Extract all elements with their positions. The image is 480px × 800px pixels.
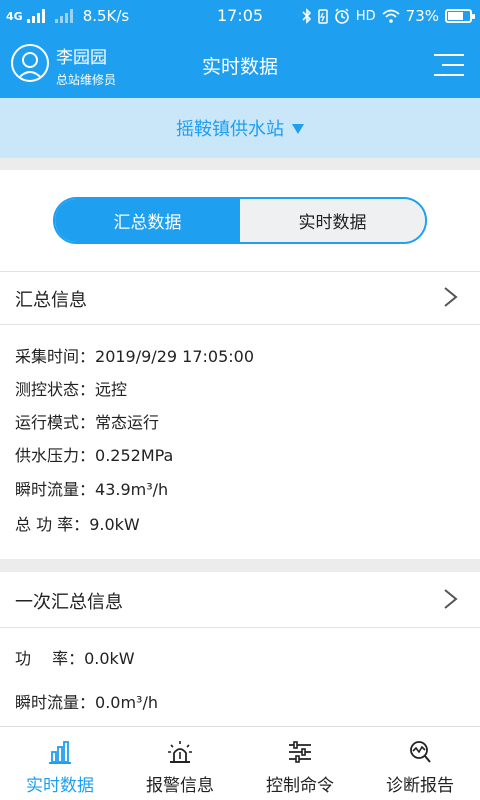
nav-label: 控制命令: [266, 776, 334, 796]
nav-realtime-data[interactable]: 实时数据: [0, 727, 120, 800]
caret-down-icon: [292, 124, 304, 134]
station-name: 摇鞍镇供水站: [176, 119, 284, 140]
battery-percent: 73%: [405, 7, 439, 25]
chevron-right-icon: [444, 589, 458, 609]
primary-section-header[interactable]: 一次汇总信息: [0, 574, 480, 626]
row-value: 43.9m³/h: [95, 480, 169, 499]
row-label: 瞬时流量：: [15, 693, 96, 712]
alarm-clock-icon: [335, 8, 349, 24]
wifi-icon: [382, 9, 400, 23]
chevron-right-icon: [444, 287, 458, 307]
row-value: 0.0kW: [84, 649, 135, 668]
tab-realtime-data[interactable]: 实时数据: [240, 199, 425, 242]
menu-lines-icon[interactable]: [434, 52, 464, 78]
alarm-light-icon: [168, 741, 192, 763]
section-title: 一次汇总信息: [15, 592, 123, 613]
info-row: 瞬时流量：43.9m³/h: [15, 476, 168, 500]
row-value: 远控: [95, 380, 128, 399]
station-selector[interactable]: 摇鞍镇供水站: [0, 98, 480, 158]
nav-label: 报警信息: [146, 776, 214, 796]
info-row: 瞬时流量：0.0m³/h: [15, 689, 158, 713]
bottom-nav: 实时数据 报警信息 控制命令 诊断报告: [0, 726, 480, 800]
row-label: 运行模式：: [15, 413, 96, 432]
nav-alarm-info[interactable]: 报警信息: [120, 727, 240, 800]
data-mode-toggle: 汇总数据 实时数据: [53, 197, 427, 244]
row-label: 总 功 率：: [15, 515, 90, 534]
separator: [0, 158, 480, 170]
summary-section-header[interactable]: 汇总信息: [0, 272, 480, 324]
info-row: 供水压力：0.252MPa: [15, 442, 173, 466]
diagnosis-chart-icon: [410, 741, 431, 763]
row-label: 瞬时流量：: [15, 480, 96, 499]
row-value: 常态运行: [95, 413, 160, 432]
divider: [0, 627, 480, 628]
row-label: 采集时间：: [15, 347, 96, 366]
bar-chart-icon: [49, 741, 71, 764]
status-right: HD 73%: [302, 7, 475, 25]
row-label: 测控状态：: [15, 380, 96, 399]
section-separator: [0, 559, 480, 572]
row-value: 0.252MPa: [95, 446, 174, 465]
section-title: 汇总信息: [15, 290, 87, 311]
app-header: 李园园 总站维修员 实时数据: [0, 34, 480, 98]
info-row: 测控状态：远控: [15, 376, 127, 400]
info-row: 总 功 率：9.0kW: [15, 511, 140, 535]
nav-control-command[interactable]: 控制命令: [240, 727, 360, 800]
info-row: 采集时间：2019/9/29 17:05:00: [15, 343, 254, 367]
battery-icon: [445, 9, 475, 23]
status-bar: 4G 8.5K/s 17:05 HD 73%: [0, 0, 480, 34]
info-row: 功 率：0.0kW: [15, 645, 135, 669]
row-label: 供水压力：: [15, 446, 96, 465]
nav-diagnosis-report[interactable]: 诊断报告: [360, 727, 480, 800]
page-title: 实时数据: [201, 56, 278, 78]
hd-label: HD: [355, 8, 376, 24]
row-value: 0.0m³/h: [95, 693, 158, 712]
info-row: 运行模式：常态运行: [15, 409, 159, 433]
divider: [0, 324, 480, 325]
row-label: 功 率：: [15, 649, 85, 668]
nav-label: 诊断报告: [386, 776, 454, 796]
row-value: 2019/9/29 17:05:00: [95, 347, 254, 366]
battery-saver-icon: [318, 9, 328, 24]
sliders-icon: [289, 741, 311, 763]
nav-label: 实时数据: [26, 776, 94, 796]
bluetooth-icon: [302, 8, 311, 24]
row-value: 9.0kW: [89, 515, 140, 534]
tab-summary-data[interactable]: 汇总数据: [55, 199, 240, 242]
